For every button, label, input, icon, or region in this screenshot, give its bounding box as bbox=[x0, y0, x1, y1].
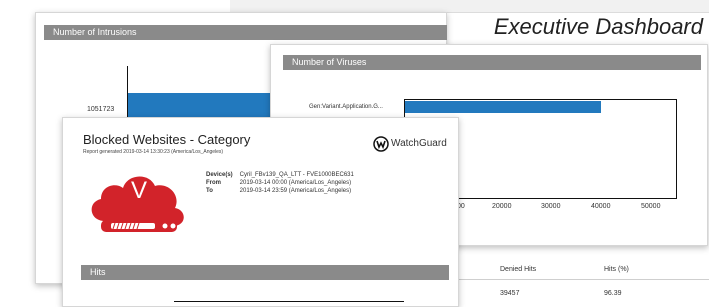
viruses-tick-5: 50000 bbox=[641, 203, 661, 210]
viruses-plot-top bbox=[404, 99, 677, 100]
detail-value-devices: Cyril_FBv139_QA_LTT - FVE1000BEC631 bbox=[239, 172, 354, 178]
blocked-websites-report-card[interactable]: Blocked Websites - Category Report gener… bbox=[62, 117, 459, 307]
viruses-tick-2: 20000 bbox=[492, 203, 512, 210]
detail-value-from: 2019-03-14 00:00 (America/Los_Angeles) bbox=[239, 180, 352, 186]
detail-label-to: To bbox=[206, 188, 213, 194]
intrusions-header: Number of Intrusions bbox=[44, 25, 447, 40]
detail-row-from: From 2019-03-14 00:00 (America/Los_Angel… bbox=[206, 179, 354, 187]
table-header-denied-hits: Denied Hits bbox=[500, 266, 537, 273]
table-cell-denied-hits: 39457 bbox=[500, 290, 520, 297]
hits-header: Hits bbox=[81, 265, 449, 280]
table-cell-hits-percent: 96.39 bbox=[604, 290, 622, 297]
detail-row-devices: Device(s) Cyril_FBv139_QA_LTT - FVE1000B… bbox=[206, 171, 354, 179]
hits-chart-frame-top bbox=[174, 301, 404, 302]
report-generated: Report generated 2019-03-14 13:30:23 (Am… bbox=[83, 149, 224, 155]
table-header-hits-percent: Hits (%) bbox=[604, 266, 629, 273]
detail-label-from: From bbox=[206, 180, 221, 186]
detail-label-devices: Device(s) bbox=[206, 172, 233, 178]
watchguard-logo: WatchGuard bbox=[373, 136, 453, 152]
table-divider bbox=[456, 279, 709, 280]
detail-row-to: To 2019-03-14 23:59 (America/Los_Angeles… bbox=[206, 187, 354, 195]
page-title: Executive Dashboard bbox=[493, 14, 703, 39]
viruses-tick-3: 30000 bbox=[541, 203, 561, 210]
viruses-plot-right bbox=[676, 99, 677, 199]
watchguard-logo-text: WatchGuard bbox=[391, 138, 447, 149]
intrusions-bar-label: 1051723 bbox=[87, 106, 115, 113]
report-details: Device(s) Cyril_FBv139_QA_LTT - FVE1000B… bbox=[206, 171, 354, 195]
cloud-badge-icon: V bbox=[83, 166, 193, 241]
report-title: Blocked Websites - Category bbox=[83, 132, 251, 147]
watchguard-logo-icon bbox=[373, 136, 389, 152]
badge-letter: V bbox=[131, 177, 148, 204]
viruses-header: Number of Viruses bbox=[283, 55, 701, 70]
viruses-category-label: Gen:Variant.Application.G... bbox=[309, 104, 383, 110]
detail-value-to: 2019-03-14 23:59 (America/Los_Angeles) bbox=[239, 188, 352, 194]
viruses-tick-4: 40000 bbox=[591, 203, 611, 210]
viruses-bar bbox=[405, 101, 601, 113]
